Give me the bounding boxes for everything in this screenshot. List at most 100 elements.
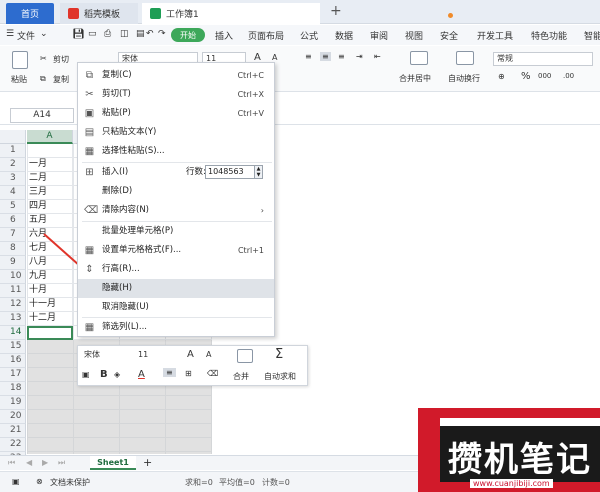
row-header[interactable]: 22: [0, 438, 26, 452]
thousands-button[interactable]: 000: [538, 72, 551, 80]
cell-a[interactable]: 五月: [27, 214, 73, 228]
menu-row-height[interactable]: ⇕ 行高(R)...: [78, 260, 274, 279]
paste-button[interactable]: 粘贴: [11, 74, 27, 85]
macro-icon[interactable]: ▣: [12, 477, 20, 486]
align-bottom-icon[interactable]: ≡: [338, 52, 345, 61]
rows-count-spinner[interactable]: ▲ ▼: [254, 166, 262, 178]
percent-button[interactable]: %: [521, 71, 531, 82]
menu-formula[interactable]: 公式: [300, 29, 318, 42]
copy-button[interactable]: 复制: [53, 74, 69, 85]
cell-a[interactable]: 二月: [27, 172, 73, 186]
menu-cut[interactable]: ✂ 剪切(T) Ctrl+X: [78, 85, 274, 104]
outdent-icon[interactable]: ⇤: [374, 52, 381, 61]
decimal-icon[interactable]: .00: [563, 72, 574, 80]
menu-insert[interactable]: 插入: [215, 29, 233, 42]
merge-center-button[interactable]: 合并居中: [399, 73, 431, 84]
add-sheet-button[interactable]: +: [143, 456, 152, 469]
rows-count-input[interactable]: 1048563 ▲ ▼: [205, 165, 263, 179]
wrap-text-button[interactable]: 自动换行: [448, 73, 480, 84]
mini-bold-button[interactable]: B: [100, 369, 108, 380]
row-header[interactable]: 14: [0, 326, 26, 340]
cell-a[interactable]: 三月: [27, 186, 73, 200]
mini-font-color-icon[interactable]: A: [138, 369, 145, 380]
mini-clear-icon[interactable]: ⌫: [207, 369, 218, 378]
cell-a[interactable]: 一月: [27, 158, 73, 172]
cell-a[interactable]: 十一月: [27, 298, 73, 312]
doc-protection-status[interactable]: 文档未保护: [50, 477, 90, 488]
row-header[interactable]: 15: [0, 340, 26, 354]
tab-workbook[interactable]: 工作簿1: [142, 3, 453, 24]
chevron-down-icon[interactable]: ⌄: [40, 29, 48, 39]
preview-icon[interactable]: ◫: [120, 29, 129, 39]
cell-a[interactable]: [27, 144, 73, 158]
row-header[interactable]: 18: [0, 382, 26, 396]
menu-paste[interactable]: ▣ 粘贴(P) Ctrl+V: [78, 104, 274, 123]
mini-fill-color-icon[interactable]: ◈: [114, 370, 120, 379]
row-header[interactable]: 12: [0, 298, 26, 312]
open-icon[interactable]: ▭: [88, 29, 97, 39]
mini-align-icon[interactable]: ≡: [163, 368, 176, 377]
menu-paste-text[interactable]: ▤ 只粘贴文本(Y): [78, 123, 274, 142]
row-header[interactable]: 13: [0, 312, 26, 326]
menu-paste-special[interactable]: ▦ 选择性粘贴(S)...: [78, 142, 274, 161]
row-header[interactable]: 19: [0, 396, 26, 410]
tab-home[interactable]: 首页: [6, 3, 54, 24]
name-box[interactable]: A14: [10, 108, 74, 123]
menu-unhide[interactable]: 取消隐藏(U): [78, 298, 274, 317]
mini-font-grow-icon[interactable]: A: [187, 349, 194, 360]
first-sheet-icon[interactable]: ⏮: [8, 458, 15, 468]
mini-font-select[interactable]: 宋体: [81, 349, 133, 362]
cell-a[interactable]: 四月: [27, 200, 73, 214]
paste-icon[interactable]: [12, 51, 28, 69]
row-header[interactable]: 1: [0, 144, 26, 158]
menu-format-cells[interactable]: ▦ 设置单元格格式(F)... Ctrl+1: [78, 241, 274, 260]
menu-file[interactable]: 文件: [17, 29, 35, 42]
row-header[interactable]: 7: [0, 228, 26, 242]
row-header[interactable]: 4: [0, 186, 26, 200]
currency-icon[interactable]: ⊕: [498, 72, 505, 81]
select-all-corner[interactable]: [0, 130, 26, 144]
row-header[interactable]: 9: [0, 256, 26, 270]
redo-icon[interactable]: ↷: [158, 29, 166, 39]
menu-start[interactable]: 开始: [171, 28, 205, 42]
save-icon[interactable]: 💾︎: [72, 29, 85, 40]
row-header[interactable]: 3: [0, 172, 26, 186]
cell-a[interactable]: 十二月: [27, 312, 73, 326]
row-header[interactable]: 16: [0, 354, 26, 368]
next-sheet-icon[interactable]: ▶: [42, 458, 48, 467]
undo-icon[interactable]: ↶: [146, 29, 154, 39]
row-header[interactable]: 8: [0, 242, 26, 256]
menu-delete[interactable]: 删除(D): [78, 182, 274, 201]
menu-copy[interactable]: ⧉ 复制(C) Ctrl+C: [78, 66, 274, 85]
row-header[interactable]: 21: [0, 424, 26, 438]
menu-hide[interactable]: 隐藏(H): [78, 279, 274, 298]
menu-review[interactable]: 审阅: [370, 29, 388, 42]
indent-icon[interactable]: ⇥: [356, 52, 363, 61]
menu-filter-column[interactable]: ▦ 筛选列(L)...: [78, 318, 274, 337]
sheet-tab-sheet1[interactable]: Sheet1: [90, 456, 136, 470]
menu-page-layout[interactable]: 页面布局: [248, 29, 284, 42]
print-icon[interactable]: ⎙: [104, 29, 111, 39]
row-header[interactable]: 2: [0, 158, 26, 172]
column-header-a[interactable]: A: [27, 130, 73, 144]
align-middle-icon[interactable]: ≡: [320, 52, 331, 61]
sigma-icon[interactable]: Σ: [275, 347, 283, 362]
align-top-icon[interactable]: ≡: [305, 52, 312, 61]
last-sheet-icon[interactable]: ⏭: [58, 458, 65, 468]
row-header[interactable]: 11: [0, 284, 26, 298]
tab-templates[interactable]: 稻壳模板: [60, 3, 138, 24]
menu-developer[interactable]: 开发工具: [477, 29, 513, 42]
menu-smart[interactable]: 智能: [584, 29, 600, 42]
merge-center-icon[interactable]: [410, 51, 428, 65]
selected-cell[interactable]: [27, 326, 73, 340]
wrap-text-icon[interactable]: [456, 51, 474, 65]
row-header[interactable]: 20: [0, 410, 26, 424]
mini-border-icon[interactable]: ⊞: [185, 369, 192, 378]
mini-merge-icon[interactable]: [237, 349, 253, 363]
menu-features[interactable]: 特色功能: [531, 29, 567, 42]
menu-insert[interactable]: ⊞ 插入(I) 行数: 1048563 ▲ ▼: [78, 163, 274, 182]
row-header[interactable]: 5: [0, 200, 26, 214]
font-shrink-icon[interactable]: A: [272, 53, 277, 62]
mini-font-shrink-icon[interactable]: A: [206, 350, 211, 359]
format-painter-icon[interactable]: ▤: [136, 29, 145, 39]
